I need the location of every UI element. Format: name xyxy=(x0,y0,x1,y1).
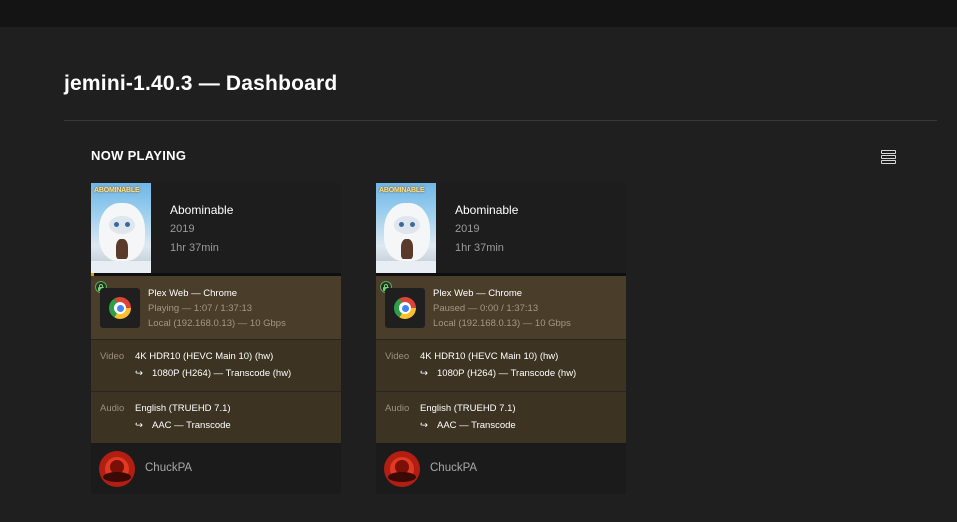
chrome-icon xyxy=(109,297,131,319)
player-name: Plex Web — Chrome xyxy=(148,288,238,299)
session-user[interactable]: ChuckPA xyxy=(91,443,341,494)
user-avatar-icon[interactable] xyxy=(384,451,420,487)
audio-stream-info: Audio English (TRUEHD 7.1) ↪ AAC — Transc… xyxy=(91,392,341,443)
player-icon-box xyxy=(385,288,425,328)
session-user[interactable]: ChuckPA xyxy=(376,443,626,494)
poster-title: ABOMINABLE xyxy=(94,187,140,194)
movie-poster[interactable]: ABOMINABLE xyxy=(91,183,151,273)
transcode-arrow-icon: ↪ xyxy=(420,420,428,431)
player-address: Local (192.168.0.13) — 10 Gbps xyxy=(148,318,286,329)
section-title-now-playing: NOW PLAYING xyxy=(91,148,187,163)
chrome-icon xyxy=(394,297,416,319)
poster-eye xyxy=(399,222,404,227)
audio-source: English (TRUEHD 7.1) xyxy=(420,403,516,414)
page-title: jemini-1.40.3 — Dashboard xyxy=(64,72,338,95)
poster-yeti-face xyxy=(394,216,420,234)
video-source: 4K HDR10 (HEVC Main 10) (hw) xyxy=(135,351,274,362)
list-view-bar xyxy=(881,155,896,159)
player-info: Plex Web — Chrome Playing — 1:07 / 1:37:… xyxy=(91,276,341,339)
session-header[interactable]: ABOMINABLE Abominable 2019 1hr 37min xyxy=(91,183,341,273)
list-view-bar xyxy=(881,160,896,164)
poster-eye xyxy=(125,222,130,227)
transcode-arrow-icon: ↪ xyxy=(135,420,143,431)
audio-target-line: ↪ AAC — Transcode xyxy=(135,420,231,431)
session-header[interactable]: ABOMINABLE Abominable 2019 1hr 37min xyxy=(376,183,626,273)
video-target: 1080P (H264) — Transcode (hw) xyxy=(152,368,292,379)
player-name: Plex Web — Chrome xyxy=(433,288,523,299)
user-avatar-icon[interactable] xyxy=(99,451,135,487)
video-label: Video xyxy=(100,351,125,362)
transcode-arrow-icon: ↪ xyxy=(420,368,428,379)
transcode-arrow-icon: ↪ xyxy=(135,368,143,379)
player-address: Local (192.168.0.13) — 10 Gbps xyxy=(433,318,571,329)
media-duration: 1hr 37min xyxy=(455,242,504,254)
video-stream-info: Video 4K HDR10 (HEVC Main 10) (hw) ↪ 1080… xyxy=(376,340,626,391)
player-state: Playing — 1:07 / 1:37:13 xyxy=(148,303,253,314)
top-bar xyxy=(0,0,957,27)
video-target-line: ↪ 1080P (H264) — Transcode (hw) xyxy=(135,368,291,379)
session-card[interactable]: ABOMINABLE Abominable 2019 1hr 37min Ple… xyxy=(91,183,341,494)
video-label: Video xyxy=(385,351,410,362)
user-name[interactable]: ChuckPA xyxy=(145,462,192,474)
title-divider xyxy=(64,120,937,121)
list-view-bar xyxy=(881,150,896,154)
poster-girl xyxy=(401,239,413,259)
video-stream-info: Video 4K HDR10 (HEVC Main 10) (hw) ↪ 1080… xyxy=(91,340,341,391)
audio-label: Audio xyxy=(100,403,125,414)
audio-source: English (TRUEHD 7.1) xyxy=(135,403,231,414)
video-source: 4K HDR10 (HEVC Main 10) (hw) xyxy=(420,351,559,362)
player-icon-box xyxy=(100,288,140,328)
audio-target: AAC — Transcode xyxy=(437,420,516,431)
poster-eye xyxy=(114,222,119,227)
audio-target-line: ↪ AAC — Transcode xyxy=(420,420,516,431)
poster-eye xyxy=(410,222,415,227)
poster-title: ABOMINABLE xyxy=(379,187,425,194)
video-target-line: ↪ 1080P (H264) — Transcode (hw) xyxy=(420,368,576,379)
media-title[interactable]: Abominable xyxy=(455,203,518,217)
user-name[interactable]: ChuckPA xyxy=(430,462,477,474)
player-info: Plex Web — Chrome Paused — 0:00 / 1:37:1… xyxy=(376,276,626,339)
poster-snow xyxy=(376,261,436,273)
audio-label: Audio xyxy=(385,403,410,414)
audio-stream-info: Audio English (TRUEHD 7.1) ↪ AAC — Transc… xyxy=(376,392,626,443)
list-view-icon[interactable] xyxy=(879,148,899,166)
poster-snow xyxy=(91,261,151,273)
media-duration: 1hr 37min xyxy=(170,242,219,254)
movie-poster[interactable]: ABOMINABLE xyxy=(376,183,436,273)
player-state: Paused — 0:00 / 1:37:13 xyxy=(433,303,539,314)
audio-target: AAC — Transcode xyxy=(152,420,231,431)
poster-yeti-face xyxy=(109,216,135,234)
session-card[interactable]: ABOMINABLE Abominable 2019 1hr 37min Ple… xyxy=(376,183,626,494)
media-year: 2019 xyxy=(170,223,195,235)
media-year: 2019 xyxy=(455,223,480,235)
video-target: 1080P (H264) — Transcode (hw) xyxy=(437,368,577,379)
media-title[interactable]: Abominable xyxy=(170,203,233,217)
poster-girl xyxy=(116,239,128,259)
